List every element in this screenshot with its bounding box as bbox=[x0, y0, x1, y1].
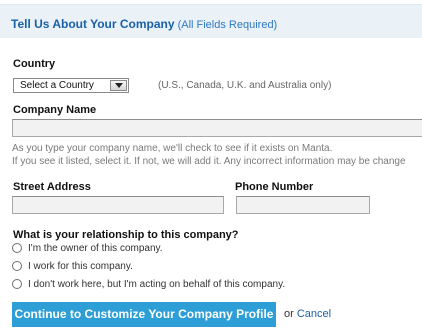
street-address-label: Street Address bbox=[13, 181, 91, 193]
continue-button[interactable]: Continue to Customize Your Company Profi… bbox=[12, 302, 276, 327]
form-title: Tell Us About Your Company (All Fields Re… bbox=[11, 17, 277, 31]
relationship-option-representative[interactable]: I don't work here, but I'm acting on beh… bbox=[12, 277, 285, 291]
company-name-label: Company Name bbox=[13, 104, 97, 116]
company-name-help-line1: As you type your company name, we'll che… bbox=[12, 143, 333, 154]
country-note: (U.S., Canada, U.K. and Australia only) bbox=[158, 80, 332, 91]
chevron-down-icon bbox=[110, 80, 127, 91]
relationship-option-owner[interactable]: I'm the owner of this company. bbox=[12, 241, 163, 255]
cancel-link[interactable]: Cancel bbox=[297, 308, 331, 320]
radio-button-icon[interactable] bbox=[12, 261, 22, 271]
relationship-option-employee[interactable]: I work for this company. bbox=[12, 259, 133, 273]
relationship-option-label: I don't work here, but I'm acting on beh… bbox=[28, 278, 286, 290]
radio-button-icon[interactable] bbox=[12, 243, 22, 253]
country-select[interactable]: Select a Country bbox=[13, 78, 129, 93]
company-name-help-line2: If you see it listed, select it. If not,… bbox=[12, 156, 406, 167]
company-name-input[interactable] bbox=[12, 119, 422, 137]
cancel-group: or Cancel bbox=[284, 308, 331, 320]
phone-number-label: Phone Number bbox=[235, 181, 314, 193]
form-title-text: Tell Us About Your Company bbox=[11, 17, 175, 31]
radio-button-icon[interactable] bbox=[12, 279, 22, 289]
form-header: Tell Us About Your Company (All Fields Re… bbox=[0, 4, 422, 38]
street-address-input[interactable] bbox=[12, 196, 224, 214]
relationship-option-label: I work for this company. bbox=[28, 260, 133, 272]
country-label: Country bbox=[13, 58, 56, 70]
relationship-option-label: I'm the owner of this company. bbox=[28, 242, 163, 254]
phone-number-input[interactable] bbox=[236, 196, 370, 214]
or-text: or bbox=[284, 308, 294, 320]
form-subtitle: (All Fields Required) bbox=[177, 19, 278, 31]
relationship-question: What is your relationship to this compan… bbox=[13, 229, 239, 241]
country-select-value: Select a Country bbox=[20, 80, 94, 91]
